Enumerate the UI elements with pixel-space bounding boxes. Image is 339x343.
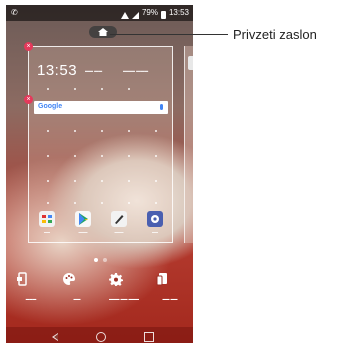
- signal-icon: [131, 11, 139, 19]
- home-nav-icon[interactable]: [96, 332, 106, 342]
- dock-app-quickmemo[interactable]: [111, 211, 127, 227]
- widget-tile: [188, 56, 193, 70]
- option-label: ▬▬ ▬▬: [162, 297, 178, 301]
- mic-icon[interactable]: [160, 104, 163, 110]
- grid-dot: [101, 180, 103, 182]
- remove-widget-icon[interactable]: ×: [24, 42, 33, 51]
- option-label: ▬▬▬: [25, 297, 37, 301]
- dock-label: ▬▬▬: [114, 230, 124, 234]
- google-search-widget[interactable]: Google: [34, 101, 168, 114]
- widgets-button[interactable]: [16, 272, 46, 291]
- play-store-icon: [79, 213, 88, 225]
- clock-widget-time: 13:53: [37, 62, 78, 79]
- page-indicator[interactable]: [103, 258, 107, 262]
- grid-dot: [47, 202, 49, 204]
- home-screen-settings-button[interactable]: [109, 272, 139, 291]
- settings-app-icon: [151, 215, 159, 223]
- grid-dot: [101, 130, 103, 132]
- dock-label: ▬▬▬: [78, 230, 88, 234]
- grid-dot: [47, 180, 49, 182]
- dock-app-play-store[interactable]: [75, 211, 91, 227]
- grid-dot: [47, 130, 49, 132]
- battery-percent: 79%: [141, 8, 158, 17]
- palette-icon: [63, 273, 75, 285]
- grid-dot: [101, 202, 103, 204]
- grid-dot: [74, 180, 76, 182]
- grid-dot: [47, 88, 49, 90]
- callout-line: [110, 34, 228, 35]
- remove-search-widget-icon[interactable]: ×: [24, 95, 33, 104]
- grid-dot: [128, 180, 130, 182]
- grid-dot: [128, 130, 130, 132]
- dock-label: ▬▬: [44, 230, 50, 234]
- navigation-bar: [6, 327, 193, 343]
- next-home-page-preview[interactable]: [184, 46, 193, 243]
- option-label: ▬▬: [73, 297, 81, 301]
- wifi-icon: [120, 11, 129, 19]
- page-indicator-active[interactable]: [94, 258, 98, 262]
- clock-widget-weather: ▬▬▬ ▬▬▬: [123, 68, 149, 73]
- dock-app-settings[interactable]: [147, 211, 163, 227]
- status-time: 13:53: [168, 8, 189, 17]
- grid-dot: [74, 155, 76, 157]
- google-logo: Google: [38, 103, 63, 110]
- home-screen-edit-view: ✆ 79% 13:53 × 13:53 ▬▬ ▬▬ ▬▬▬ ▬▬▬ × Goog…: [6, 5, 193, 343]
- callout-label: Privzeti zaslon: [233, 27, 317, 42]
- grid-dot: [47, 155, 49, 157]
- pen-icon: [115, 215, 124, 224]
- back-icon[interactable]: [52, 333, 58, 341]
- dock-app-gmail[interactable]: [39, 211, 55, 227]
- widgets-icon: [17, 272, 27, 286]
- grid-dot: [128, 155, 130, 157]
- grid-dot: [74, 130, 76, 132]
- home-icon: [98, 28, 108, 36]
- grid-dot: [74, 202, 76, 204]
- grid-dot: [155, 130, 157, 132]
- theme-button[interactable]: [62, 272, 92, 291]
- grid-dot: [101, 155, 103, 157]
- option-label: ▬▬▬ ▬▬ ▬▬▬: [109, 297, 139, 301]
- gear-icon: [109, 273, 123, 286]
- grid-dot: [101, 88, 103, 90]
- grid-dot: [155, 180, 157, 182]
- home-page-preview[interactable]: × 13:53 ▬▬ ▬▬ ▬▬▬ ▬▬▬ × Google ▬▬ ▬▬▬ ▬▬…: [24, 42, 173, 243]
- grid-dot: [155, 202, 157, 204]
- grid-dot: [155, 155, 157, 157]
- apps-sort-icon: [156, 273, 167, 286]
- grid-dot: [128, 202, 130, 204]
- dock-label: ▬▬: [152, 230, 158, 234]
- gmail-icon: [42, 215, 52, 223]
- notification-icon: ✆: [11, 8, 18, 17]
- set-default-home-button[interactable]: [89, 26, 117, 38]
- status-icons: 79% 13:53: [120, 5, 189, 21]
- recent-apps-icon[interactable]: [144, 332, 154, 342]
- grid-dot: [128, 88, 130, 90]
- app-sort-button[interactable]: [155, 272, 185, 291]
- battery-icon: [160, 11, 166, 19]
- grid-dot: [74, 88, 76, 90]
- clock-widget-date: ▬▬ ▬▬: [85, 68, 103, 73]
- status-bar: ✆ 79% 13:53: [6, 5, 193, 21]
